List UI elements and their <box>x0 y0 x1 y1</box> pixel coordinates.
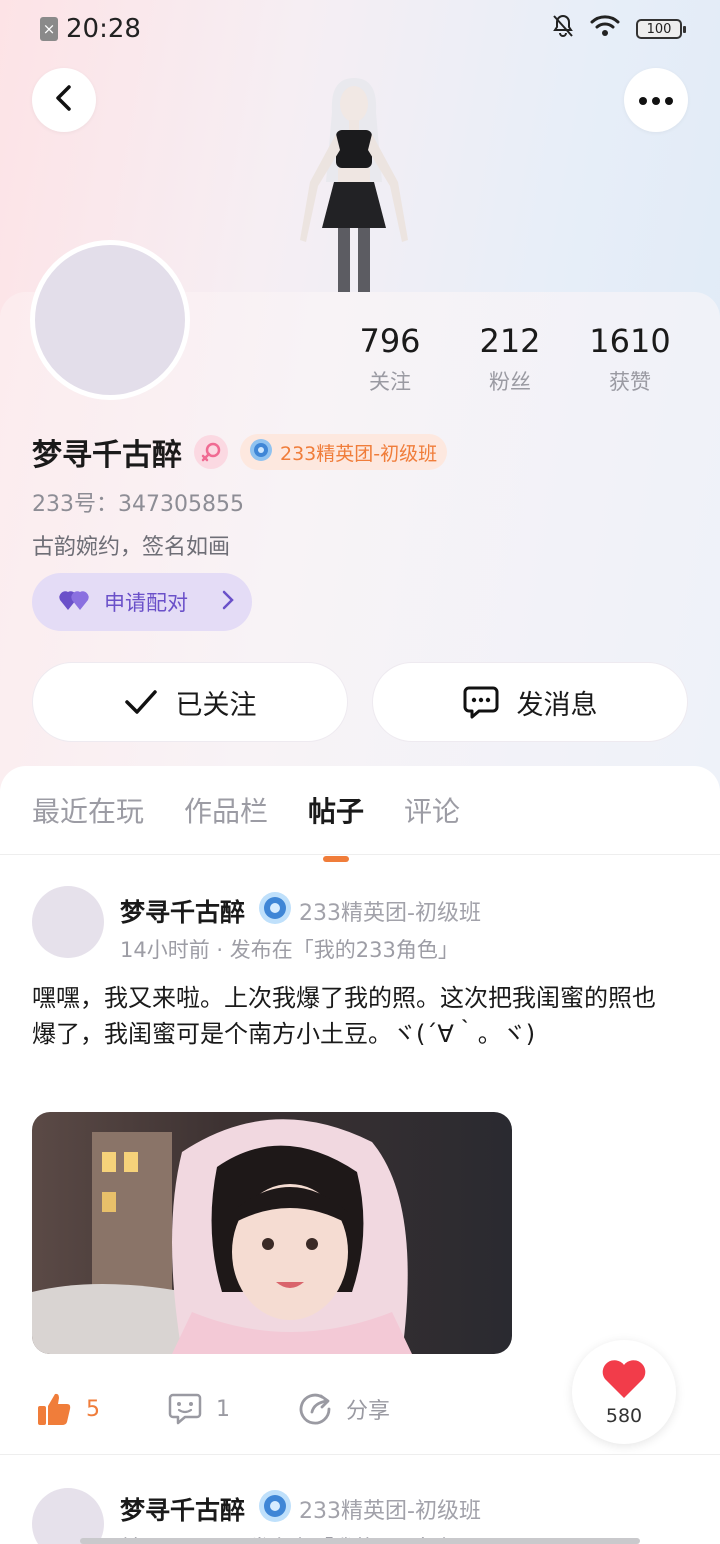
status-time: 20:28 <box>66 14 141 44</box>
profile-uid: 233号：347305855 <box>32 492 244 517</box>
stat-value: 1610 <box>589 322 671 360</box>
followed-label: 已关注 <box>175 689 257 721</box>
club-badge[interactable]: 233精英团-初级班 <box>240 434 448 470</box>
post-header: 梦寻千古醉 233精英团-初级班 <box>120 890 481 932</box>
post-club-label: 233精英团-初级班 <box>299 901 481 926</box>
back-arrow-icon <box>53 83 75 117</box>
post-author-name[interactable]: 梦寻千古醉 <box>120 1491 245 1527</box>
female-gender-icon <box>194 435 228 469</box>
post-actions: 5 1 分享 <box>36 1391 458 1427</box>
tab-posts[interactable]: 帖子 <box>308 790 364 830</box>
post-club: 233精英团-初级班 <box>257 890 481 932</box>
home-indicator[interactable] <box>80 1538 640 1544</box>
stat-value: 796 <box>359 322 421 360</box>
post-author-name[interactable]: 梦寻千古醉 <box>120 893 245 929</box>
share-icon <box>298 1392 332 1426</box>
bell-off-icon <box>552 14 574 45</box>
more-button[interactable] <box>624 68 688 132</box>
check-icon <box>124 689 158 715</box>
back-button[interactable] <box>32 68 96 132</box>
divider <box>0 854 720 855</box>
heart-icon <box>601 1358 647 1405</box>
apply-match-label: 申请配对 <box>104 591 188 615</box>
post-author-avatar[interactable] <box>32 886 104 958</box>
post-like-button[interactable]: 5 <box>36 1391 100 1427</box>
comment-icon <box>168 1392 202 1426</box>
floating-like-button[interactable]: 580 <box>572 1340 676 1444</box>
divider <box>0 1454 720 1455</box>
battery-indicator: 100 <box>636 19 686 39</box>
post-comment-count: 1 <box>216 1396 230 1422</box>
post-club-label: 233精英团-初级班 <box>299 1499 481 1524</box>
club-medal-icon <box>257 1488 293 1530</box>
post-text[interactable]: 嘿嘿，我又来啦。上次我爆了我的照。这次把我闺蜜的照也爆了，我闺蜜可是个南方小土豆… <box>32 980 672 1052</box>
thumbs-up-icon <box>36 1391 72 1427</box>
tab-recently-played[interactable]: 最近在玩 <box>32 790 144 830</box>
stat-label: 获赞 <box>609 370 651 394</box>
character-avatar-figure <box>290 72 420 294</box>
stat-label: 关注 <box>369 370 411 394</box>
post-club: 233精英团-初级班 <box>257 1488 481 1530</box>
profile-name-row: 梦寻千古醉 233精英团-初级班 <box>32 430 448 474</box>
post-share-label: 分享 <box>346 1399 391 1424</box>
profile-stats: 796 关注 212 粉丝 1610 获赞 <box>330 322 690 396</box>
status-bar: × 20:28 100 <box>0 0 720 58</box>
stat-followers[interactable]: 212 粉丝 <box>450 322 570 396</box>
stat-value: 212 <box>479 322 541 360</box>
club-medal-icon <box>257 890 293 932</box>
profile-name: 梦寻千古醉 <box>32 438 182 473</box>
profile-avatar[interactable] <box>30 240 190 400</box>
tab-comments[interactable]: 评论 <box>404 790 460 830</box>
profile-bio: 古韵婉约，签名如画 <box>32 535 231 560</box>
tab-works[interactable]: 作品栏 <box>184 790 268 830</box>
post-author-avatar[interactable] <box>32 1488 104 1544</box>
sim-off-icon: × <box>40 17 58 41</box>
profile-tabs: 最近在玩 作品栏 帖子 评论 <box>32 790 460 830</box>
wifi-icon <box>590 14 620 44</box>
send-message-button[interactable]: 发消息 <box>372 662 688 742</box>
apply-match-button[interactable]: 申请配对 <box>32 573 252 631</box>
send-message-label: 发消息 <box>516 689 598 721</box>
stat-label: 粉丝 <box>489 370 531 394</box>
more-dots-icon <box>638 91 674 110</box>
post-like-count: 5 <box>86 1396 100 1422</box>
chevron-right-icon <box>222 590 234 615</box>
post-meta: 14小时前 · 发布在「我的233角色」 <box>120 938 459 962</box>
chat-bubble-icon <box>463 685 499 719</box>
followed-button[interactable]: 已关注 <box>32 662 348 742</box>
post-share-button[interactable]: 分享 <box>298 1392 390 1426</box>
club-medal-icon <box>248 437 274 468</box>
floating-like-count: 580 <box>605 1404 643 1427</box>
club-badge-label: 233精英团-初级班 <box>280 442 438 465</box>
stat-following[interactable]: 796 关注 <box>330 322 450 396</box>
post-comment-button[interactable]: 1 <box>168 1392 230 1426</box>
stat-likes[interactable]: 1610 获赞 <box>570 322 690 396</box>
post-header: 梦寻千古醉 233精英团-初级班 <box>120 1488 481 1530</box>
post-image[interactable] <box>32 1112 512 1354</box>
double-heart-icon <box>58 588 92 617</box>
